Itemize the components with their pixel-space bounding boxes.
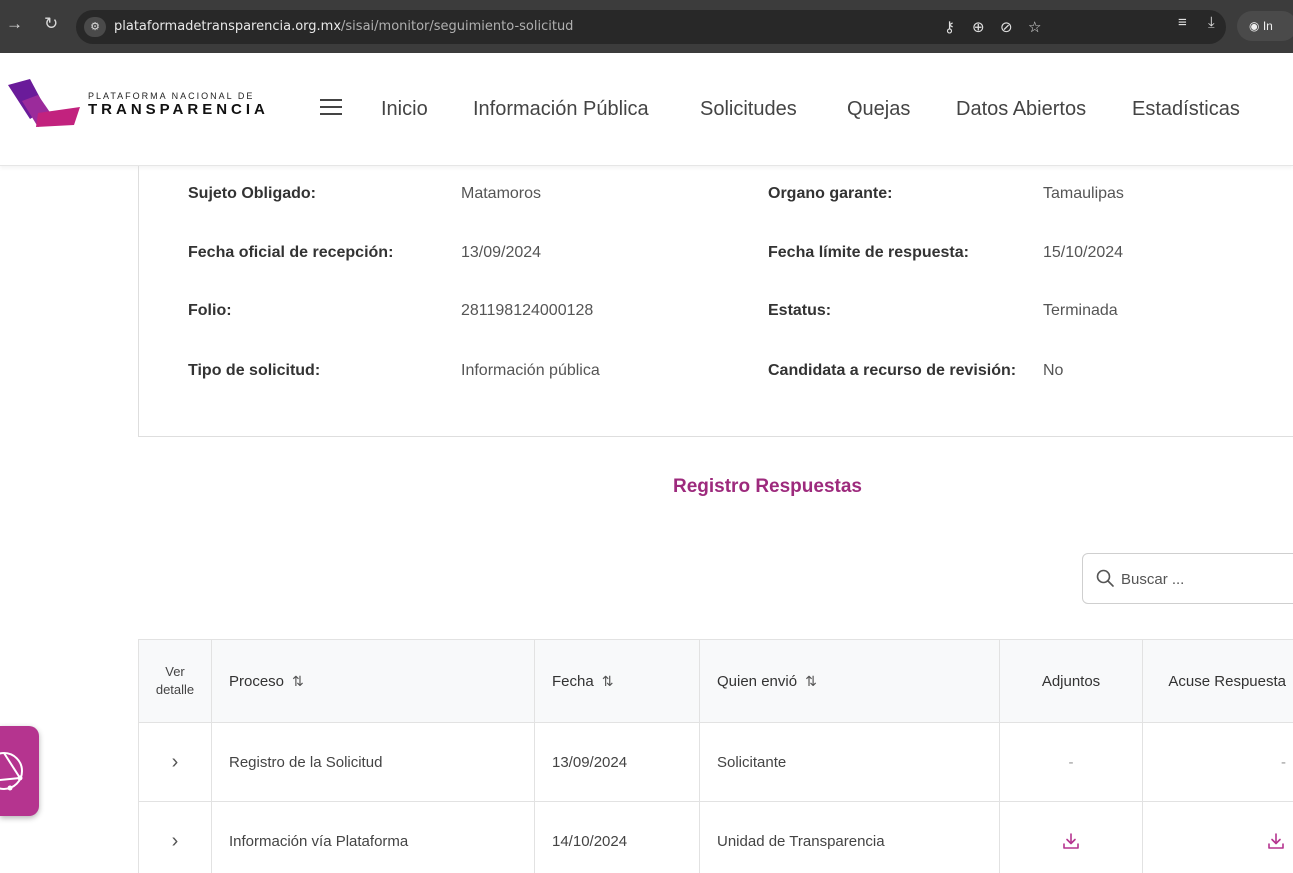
url-host: plataformadetransparencia.org.mx [114, 19, 342, 34]
sort-icon[interactable]: ⇅ [292, 673, 304, 690]
search-input[interactable] [1121, 564, 1291, 594]
header-ver-line2: detalle [155, 682, 195, 697]
recepcion-value: 13/09/2024 [461, 244, 542, 261]
organo-label: Organo garante: [768, 185, 893, 202]
header-quien-envio[interactable]: Quien envió ⇅ [699, 640, 999, 722]
cell-proceso: Información vía Plataforma [211, 802, 534, 873]
nav-quejas[interactable]: Quejas [847, 98, 910, 121]
expand-row-button[interactable]: › [138, 802, 211, 873]
star-icon[interactable]: ☆ [1028, 18, 1041, 36]
recepcion-label: Fecha oficial de recepción: [188, 244, 394, 261]
sort-icon[interactable]: ⇅ [805, 673, 817, 690]
estatus-value: Terminada [1043, 302, 1118, 319]
hamburger-menu-icon[interactable] [320, 99, 342, 117]
header-ver-line1: Ver [165, 664, 185, 679]
expand-row-button[interactable]: › [138, 723, 211, 801]
header-quien-label: Quien envió [717, 672, 798, 690]
table-row: › Registro de la Solicitud 13/09/2024 So… [138, 723, 1293, 802]
organo-value: Tamaulipas [1043, 185, 1124, 202]
candidata-label: Candidata a recurso de revisión: [768, 362, 1017, 379]
eye-off-icon[interactable]: ⊘ [1000, 18, 1013, 36]
header-proceso[interactable]: Proceso ⇅ [211, 640, 534, 722]
folio-label: Folio: [188, 302, 232, 319]
nav-datos-abiertos[interactable]: Datos Abiertos [956, 98, 1086, 121]
candidata-value: No [1043, 362, 1064, 379]
table-row: › Información vía Plataforma 14/10/2024 … [138, 802, 1293, 873]
header-adjuntos: Adjuntos [999, 640, 1142, 722]
cell-adjuntos: - [999, 723, 1142, 801]
incognito-badge[interactable]: ◉ In [1237, 11, 1293, 41]
estatus-label: Estatus: [768, 302, 832, 319]
zoom-icon[interactable]: ⊕ [972, 18, 985, 36]
nav-estadisticas[interactable]: Estadísticas [1132, 98, 1240, 121]
nav-inicio[interactable]: Inicio [381, 98, 428, 121]
logo-text-bottom: TRANSPARENCIA [88, 101, 269, 118]
reading-list-icon[interactable]: ≡ [1178, 14, 1187, 31]
cell-fecha: 14/10/2024 [534, 802, 699, 873]
sujeto-value: Matamoros [461, 185, 542, 202]
header-proceso-label: Proceso [229, 672, 285, 690]
site-header: PLATAFORMA NACIONAL DE TRANSPARENCIA Ini… [0, 53, 1293, 166]
cell-quien: Solicitante [699, 723, 999, 801]
cell-proceso: Registro de la Solicitud [211, 723, 534, 801]
header-fecha[interactable]: Fecha ⇅ [534, 640, 699, 722]
nav-solicitudes[interactable]: Solicitudes [700, 98, 797, 121]
search-box[interactable] [1082, 553, 1293, 604]
cell-fecha: 13/09/2024 [534, 723, 699, 801]
table-header: Ver detalle Proceso ⇅ Fecha ⇅ Quien envió ⇅ … [138, 639, 1293, 723]
section-title: Registro Respuestas [672, 476, 862, 497]
logo-text-top: PLATAFORMA NACIONAL DE [88, 91, 255, 101]
reload-icon[interactable]: ↻ [44, 14, 58, 34]
logo-icon[interactable] [8, 79, 80, 127]
chevron-right-icon: › [171, 829, 179, 852]
accessibility-widget-button[interactable] [0, 726, 39, 816]
url-path: /sisai/monitor/seguimiento-solicitud [341, 19, 574, 34]
download-icon[interactable]: ⤓ [1208, 14, 1215, 31]
solicitud-details: Sujeto Obligado: Matamoros Organo garant… [138, 166, 1293, 437]
tipo-label: Tipo de solicitud: [188, 362, 321, 379]
nav-informacion-publica[interactable]: Información Pública [473, 98, 649, 121]
header-acuse-respuesta: Acuse Respuesta [1142, 640, 1293, 722]
header-ver-detalle: Ver detalle [138, 640, 211, 722]
address-bar[interactable]: ⚙ plataformadetransparencia.org.mx/sisai… [76, 10, 1226, 44]
tipo-value: Información pública [461, 362, 600, 379]
browser-toolbar: → ↻ ⚙ plataformadetransparencia.org.mx/s… [0, 0, 1293, 53]
limite-value: 15/10/2024 [1043, 244, 1124, 261]
forward-icon[interactable]: → [6, 14, 23, 34]
cell-acuse: - [1142, 723, 1293, 801]
header-fecha-label: Fecha [552, 672, 594, 690]
cell-acuse [1142, 802, 1293, 873]
site-info-icon[interactable]: ⚙ [84, 17, 106, 37]
chevron-right-icon: › [171, 750, 179, 773]
cell-quien: Unidad de Transparencia [699, 802, 999, 873]
incognito-label: In [1262, 19, 1273, 33]
folio-value: 281198124000128 [461, 302, 594, 319]
limite-label: Fecha límite de respuesta: [768, 244, 969, 261]
accessibility-icon [0, 752, 23, 791]
download-icon[interactable] [1061, 831, 1081, 851]
download-icon[interactable] [1266, 831, 1286, 851]
url-text: plataformadetransparencia.org.mx/sisai/m… [114, 19, 573, 34]
incognito-icon: ◉ [1249, 19, 1263, 33]
key-icon[interactable]: ⚷ [944, 18, 955, 36]
cell-adjuntos [999, 802, 1142, 873]
sort-icon[interactable]: ⇅ [602, 673, 614, 690]
search-icon [1096, 569, 1114, 587]
sujeto-label: Sujeto Obligado: [188, 185, 316, 202]
